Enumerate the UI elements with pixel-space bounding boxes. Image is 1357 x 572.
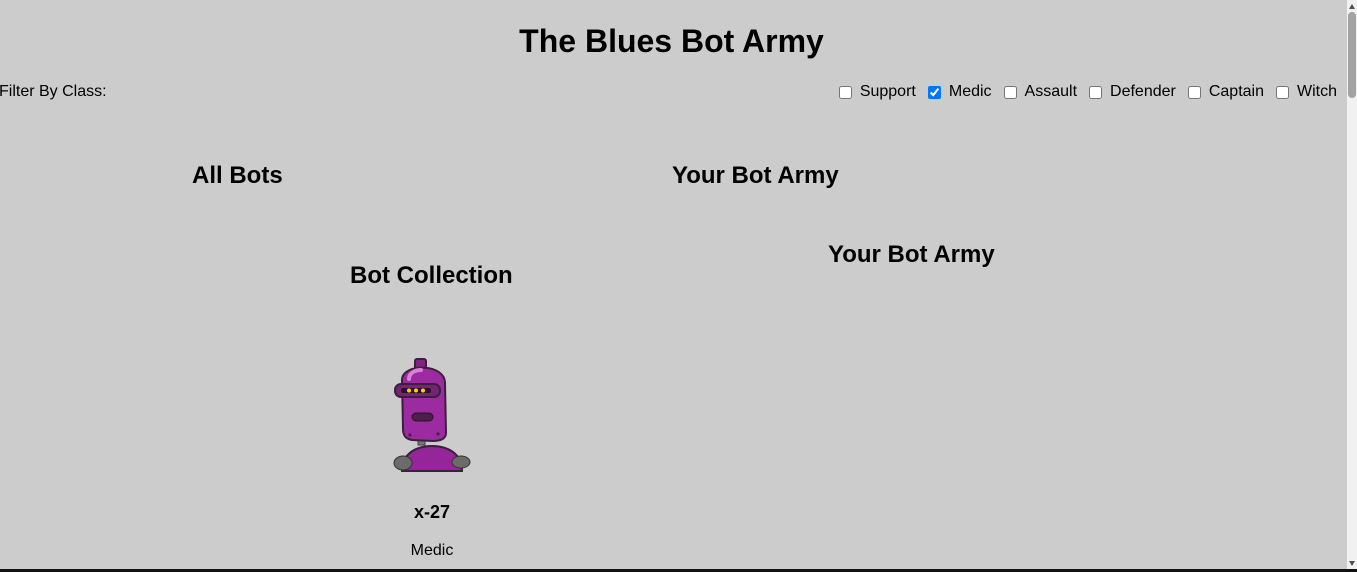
- bot-card[interactable]: x-27 Medic: [362, 355, 502, 560]
- filter-option-medic[interactable]: Medic: [927, 83, 992, 101]
- scroll-thumb[interactable]: [1348, 12, 1356, 98]
- filter-checkbox-assault[interactable]: [1003, 85, 1017, 99]
- page-title: The Blues Bot Army: [519, 23, 824, 59]
- filter-option-support[interactable]: Support: [838, 83, 916, 101]
- filter-option-label: Captain: [1208, 83, 1264, 100]
- filter-option-defender[interactable]: Defender: [1089, 83, 1176, 101]
- bot-class: Medic: [410, 542, 454, 559]
- filter-option-label: Witch: [1297, 83, 1337, 100]
- filter-checkbox-medic[interactable]: [927, 85, 941, 99]
- filter-option-label: Medic: [948, 83, 992, 100]
- filter-option-assault[interactable]: Assault: [1003, 83, 1078, 101]
- app-page: The Blues Bot Army Filter By Class: Supp…: [0, 0, 1347, 572]
- filter-option-label: Support: [859, 83, 916, 100]
- scroll-down-icon[interactable]: [1349, 561, 1355, 566]
- filter-option-witch[interactable]: Witch: [1276, 83, 1337, 101]
- bot-name: x-27: [413, 502, 451, 522]
- vertical-scrollbar[interactable]: [1347, 0, 1357, 572]
- your-army-subheading: Your Bot Army: [828, 241, 995, 268]
- filter-option-label: Defender: [1110, 83, 1176, 100]
- filter-option-captain[interactable]: Captain: [1187, 83, 1264, 101]
- filter-option-label: Assault: [1024, 83, 1078, 100]
- class-filter-list: Support Medic Assault Defender Captain W…: [827, 83, 1337, 101]
- filter-checkbox-support[interactable]: [838, 85, 852, 99]
- filter-checkbox-witch[interactable]: [1276, 85, 1289, 99]
- filter-label: Filter By Class:: [0, 83, 107, 100]
- filter-checkbox-defender[interactable]: [1089, 85, 1103, 99]
- bot-collection-heading: Bot Collection: [350, 262, 513, 289]
- scroll-up-icon[interactable]: [1349, 4, 1355, 9]
- all-bots-heading: All Bots: [192, 162, 283, 189]
- filter-checkbox-captain[interactable]: [1187, 85, 1201, 99]
- your-army-heading: Your Bot Army: [672, 162, 839, 189]
- robot-avatar-icon: [393, 358, 471, 472]
